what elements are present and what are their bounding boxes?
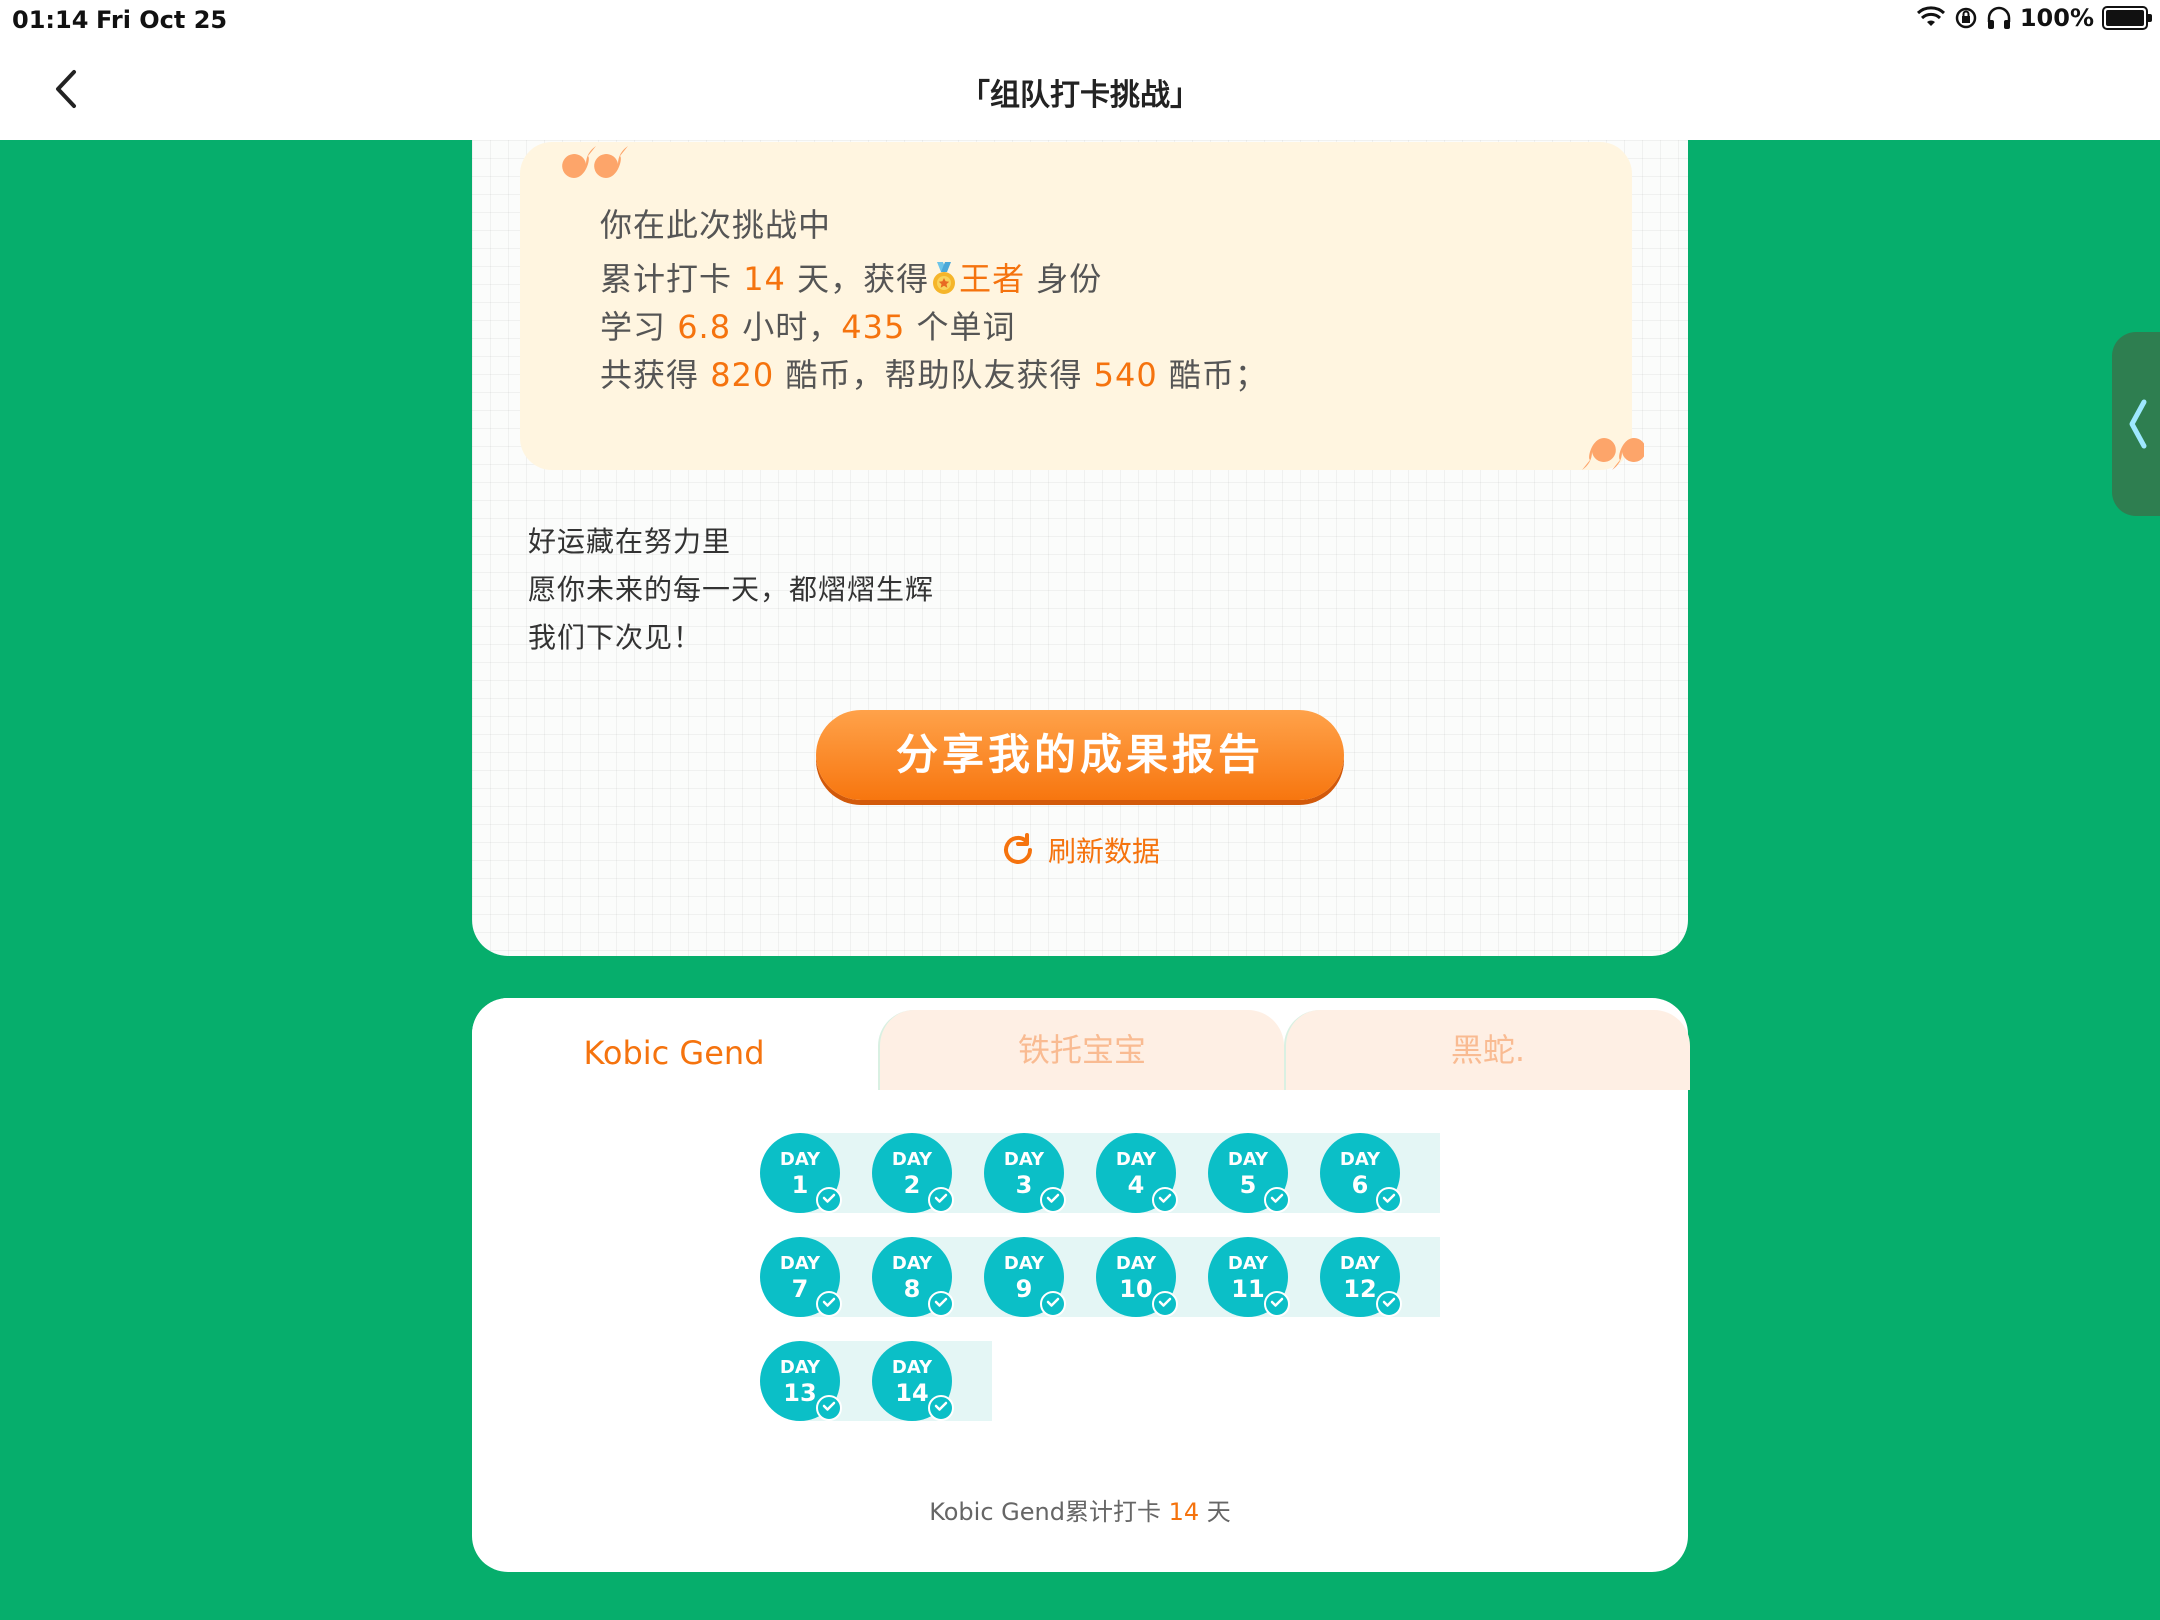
page-title: 「组队打卡挑战」	[960, 78, 1200, 113]
close-quote-icon	[1582, 438, 1644, 470]
day-label: DAY	[779, 1253, 821, 1274]
share-report-button[interactable]: 分享我的成果报告	[816, 710, 1344, 800]
check-icon	[816, 1187, 842, 1213]
status-time: 01:14	[12, 6, 89, 34]
day-badge: DAY 5	[1208, 1133, 1290, 1213]
check-icon	[928, 1187, 954, 1213]
day-badge: DAY 8	[872, 1237, 954, 1317]
side-panel-handle[interactable]	[2112, 332, 2160, 516]
quote-text: 天，获得	[785, 260, 930, 298]
quote-box: 你在此次挑战中 累计打卡 14 天，获得 王者 身份 学习 6.8 小时，435 …	[520, 142, 1632, 470]
check-icon	[1152, 1291, 1178, 1317]
day-badge: DAY 12	[1320, 1237, 1402, 1317]
day-label: DAY	[779, 1357, 821, 1378]
day-badge: DAY 2	[872, 1133, 954, 1213]
check-icon	[1264, 1291, 1290, 1317]
quote-line-2: 累计打卡 14 天，获得 王者 身份	[600, 254, 1102, 300]
tab-member-1[interactable]: Kobic Gend	[472, 998, 876, 1090]
status-right: 100%	[1916, 4, 2152, 32]
rotation-lock-icon	[1955, 7, 1977, 29]
word-count: 435	[841, 308, 906, 346]
day-label: DAY	[779, 1149, 821, 1170]
day-label: DAY	[1339, 1149, 1381, 1170]
battery-percent: 100%	[2019, 4, 2094, 32]
wifi-icon	[1916, 6, 1945, 26]
check-icon	[1264, 1187, 1290, 1213]
team-checkin-card: 铁托宝宝 黑蛇. Kobic Gend DAY 1 DAY 2 DAY 3 DAY 4 DAY 5…	[472, 998, 1690, 1572]
day-label: DAY	[1003, 1149, 1045, 1170]
open-quote-icon	[562, 146, 628, 178]
refresh-data-button[interactable]: 刷新数据	[1000, 830, 1160, 870]
refresh-label: 刷新数据	[1048, 835, 1161, 868]
tab-member-2[interactable]: 铁托宝宝	[878, 1010, 1284, 1090]
day-badge: DAY 14	[872, 1341, 954, 1421]
result-card: 你在此次挑战中 累计打卡 14 天，获得 王者 身份 学习 6.8 小时，435 …	[472, 140, 1688, 956]
quote-text: 累计打卡	[600, 260, 744, 298]
day-label: DAY	[1115, 1253, 1157, 1274]
quote-text: 酷币；	[1157, 356, 1268, 394]
day-badge: DAY 10	[1096, 1237, 1178, 1317]
day-label: DAY	[1339, 1253, 1381, 1274]
check-icon	[1152, 1187, 1178, 1213]
summary-text: 天	[1199, 1498, 1231, 1526]
top-bar: 01:14 Fri Oct 25 100% 「组队打卡挑战」	[0, 0, 2160, 140]
day-badge: DAY 11	[1208, 1237, 1290, 1317]
study-hours: 6.8	[677, 308, 732, 346]
day-badge: DAY 4	[1096, 1133, 1178, 1213]
day-badge: DAY 6	[1320, 1133, 1402, 1213]
quote-text: 学习	[600, 308, 678, 346]
day-label: DAY	[1003, 1253, 1045, 1274]
coins-helped: 540	[1093, 356, 1158, 394]
day-badge: DAY 9	[984, 1237, 1066, 1317]
blessing-line-1: 好运藏在努力里	[528, 525, 732, 558]
quote-line-1: 你在此次挑战中	[600, 206, 832, 244]
checkin-summary: Kobic Gend累计打卡 14 天	[472, 1492, 1688, 1527]
quote-line-4: 共获得 820 酷币，帮助队友获得 540 酷币；	[600, 350, 1268, 396]
status-bar: 01:14 Fri Oct 25 100%	[0, 0, 2160, 40]
quote-text: 身份	[1025, 260, 1103, 298]
refresh-icon	[1004, 833, 1032, 864]
check-icon	[928, 1395, 954, 1421]
summary-count: 14	[1168, 1498, 1200, 1526]
check-icon	[1040, 1291, 1066, 1317]
check-icon	[1376, 1291, 1402, 1317]
checkin-days: 14	[743, 260, 786, 298]
day-label: DAY	[891, 1149, 933, 1170]
day-label: DAY	[1115, 1149, 1157, 1170]
quote-text: 共获得	[600, 356, 711, 394]
quote-line-3: 学习 6.8 小时，435 个单词	[600, 302, 1016, 348]
blessing-line-3: 我们下次见！	[528, 621, 703, 654]
status-date: Fri Oct 25	[96, 6, 228, 34]
day-badge: DAY 13	[760, 1341, 842, 1421]
rank-title: 王者	[959, 260, 1026, 298]
coins-earned: 820	[710, 356, 775, 394]
chevron-left-icon	[2129, 399, 2147, 449]
check-icon	[816, 1395, 842, 1421]
day-label: DAY	[891, 1253, 933, 1274]
tab-member-3[interactable]: 黑蛇.	[1284, 1010, 1690, 1090]
day-label: DAY	[891, 1357, 933, 1378]
check-icon	[1376, 1187, 1402, 1213]
day-badge: DAY 3	[984, 1133, 1066, 1213]
day-badge: DAY 7	[760, 1237, 842, 1317]
check-icon	[1040, 1187, 1066, 1213]
battery-icon	[2102, 6, 2152, 30]
summary-text: Kobic Gend累计打卡	[929, 1498, 1169, 1526]
check-icon	[816, 1291, 842, 1317]
day-label: DAY	[1227, 1253, 1269, 1274]
quote-text: 酷币，帮助队友获得	[774, 356, 1094, 394]
quote-text: 个单词	[905, 308, 1016, 346]
day-badge: DAY 1	[760, 1133, 842, 1213]
day-label: DAY	[1227, 1149, 1269, 1170]
medal-icon	[933, 262, 956, 294]
quote-text: 小时，	[731, 308, 842, 346]
check-icon	[928, 1291, 954, 1317]
headphones-icon	[1987, 6, 2011, 29]
blessing-line-2: 愿你未来的每一天，都熠熠生辉	[528, 573, 935, 606]
